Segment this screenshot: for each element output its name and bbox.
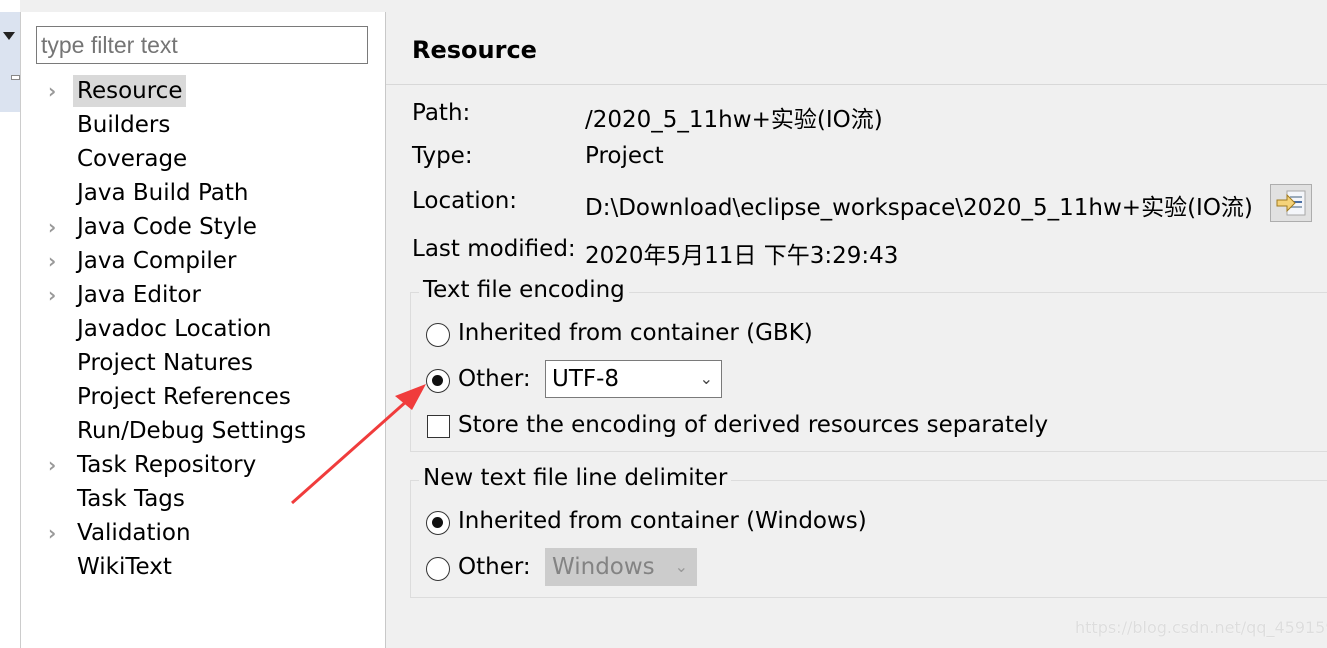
tree-item[interactable]: Resource xyxy=(73,75,187,107)
expand-chevron-icon[interactable]: › xyxy=(48,245,62,277)
expand-chevron-icon[interactable]: › xyxy=(48,75,62,107)
expand-chevron-icon[interactable]: › xyxy=(48,279,62,311)
last-modified-value: 2020年5月11日 下午3:29:43 xyxy=(585,243,899,269)
location-label: Location: xyxy=(412,188,518,214)
open-location-icon xyxy=(1276,190,1306,216)
preference-tree-panel: › ResourceBuildersCoverageJava Build Path… xyxy=(20,12,385,648)
toolbar-band xyxy=(0,12,20,112)
filter-input[interactable] xyxy=(36,26,368,64)
path-label: Path: xyxy=(412,100,471,126)
text-encoding-group-label: Text file encoding xyxy=(419,277,629,303)
background-window-strip xyxy=(0,0,20,648)
watermark: https://blog.csdn.net/qq_45915957 xyxy=(1075,618,1327,637)
delimiter-inherited-radio[interactable] xyxy=(426,511,450,535)
show-in-explorer-button[interactable] xyxy=(1270,184,1312,222)
line-delimiter-group-label: New text file line delimiter xyxy=(419,465,732,491)
line-delimiter-group: New text file line delimiter Inherited f… xyxy=(410,465,1327,598)
delimiter-select: Windows ⌄ xyxy=(545,548,697,586)
store-separately-checkbox[interactable] xyxy=(427,415,450,438)
path-value: /2020_5_11hw+实验(IO流) xyxy=(585,107,883,133)
tree-item[interactable]: Java Code Style xyxy=(73,211,261,243)
chevron-down-icon: ⌄ xyxy=(699,369,713,388)
type-label: Type: xyxy=(412,143,473,169)
delimiter-other-radio[interactable] xyxy=(426,557,450,581)
tree-item[interactable]: Project References xyxy=(73,381,295,413)
tree-item[interactable]: Java Editor xyxy=(73,279,205,311)
encoding-inherited-radio[interactable] xyxy=(426,323,450,347)
text-encoding-group: Text file encoding Inherited from contai… xyxy=(410,277,1327,452)
tree-item[interactable]: Project Natures xyxy=(73,347,257,379)
encoding-select[interactable]: UTF-8 ⌄ xyxy=(545,360,722,398)
encoding-inherited-label[interactable]: Inherited from container (GBK) xyxy=(458,320,813,346)
expand-chevron-icon[interactable]: › xyxy=(48,517,62,549)
chevron-down-icon: ⌄ xyxy=(674,557,688,576)
tree-item[interactable]: Coverage xyxy=(73,143,191,175)
tree-item[interactable]: WikiText xyxy=(73,551,176,583)
minimize-icon[interactable] xyxy=(11,75,20,80)
tree-item[interactable]: Java Compiler xyxy=(73,245,240,277)
encoding-other-radio[interactable] xyxy=(426,369,450,393)
delimiter-select-value: Windows xyxy=(552,554,655,580)
type-value: Project xyxy=(585,143,664,169)
tree-item[interactable]: Task Tags xyxy=(73,483,189,515)
title-separator xyxy=(386,84,1327,85)
delimiter-inherited-label[interactable]: Inherited from container (Windows) xyxy=(458,508,867,534)
tree-item[interactable]: Validation xyxy=(73,517,195,549)
store-separately-label[interactable]: Store the encoding of derived resources … xyxy=(458,412,1048,438)
delimiter-other-label[interactable]: Other: xyxy=(458,554,531,580)
tree-item[interactable]: Javadoc Location xyxy=(73,313,276,345)
last-modified-label: Last modified: xyxy=(412,236,576,262)
tree-item[interactable]: Run/Debug Settings xyxy=(73,415,310,447)
expand-chevron-icon[interactable]: › xyxy=(48,449,62,481)
properties-page: Resource Path: /2020_5_11hw+实验(IO流) Type… xyxy=(386,12,1327,648)
encoding-select-value: UTF-8 xyxy=(552,366,620,392)
tree-item[interactable]: Builders xyxy=(73,109,174,141)
page-title: Resource xyxy=(412,36,537,64)
encoding-other-label[interactable]: Other: xyxy=(458,366,531,392)
expand-chevron-icon[interactable]: › xyxy=(48,211,62,243)
location-value: D:\Download\eclipse_workspace\2020_5_11h… xyxy=(585,195,1253,221)
tree-item[interactable]: Java Build Path xyxy=(73,177,252,209)
tree-item[interactable]: Task Repository xyxy=(73,449,260,481)
dropdown-arrow-icon[interactable] xyxy=(3,32,15,40)
